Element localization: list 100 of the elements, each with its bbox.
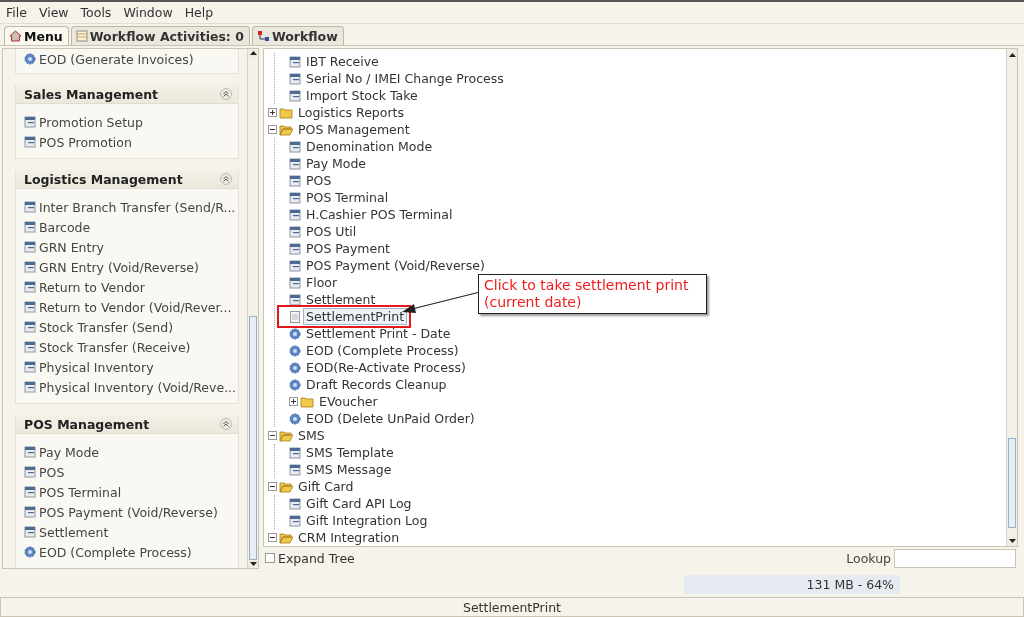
tree-item[interactable]: Settlement Print - Date <box>303 325 454 342</box>
scroll-up-icon[interactable] <box>1008 52 1016 57</box>
menu-link[interactable]: Barcode <box>39 219 91 235</box>
expand-icon[interactable] <box>268 108 277 117</box>
collapse-chevron-icon[interactable] <box>220 88 232 100</box>
window-icon <box>289 463 301 476</box>
menu-item[interactable]: View <box>34 3 73 22</box>
tab[interactable]: Workflow Activities: 0 <box>70 26 250 45</box>
menu-item[interactable]: Window <box>119 3 177 22</box>
menu-item[interactable]: Help <box>180 3 218 22</box>
tree-item[interactable]: Floor <box>303 274 341 291</box>
tree-item[interactable]: EOD (Delete UnPaid Order) <box>303 410 478 427</box>
menu-link[interactable]: POS <box>39 464 65 480</box>
menu-link[interactable]: Pay Mode <box>39 444 100 460</box>
menu-link[interactable]: POS Terminal <box>39 484 122 500</box>
expand-icon[interactable] <box>289 397 298 406</box>
menu-link[interactable]: Stock Transfer (Receive) <box>39 339 191 355</box>
folder-icon <box>300 395 314 408</box>
open-folder-icon <box>279 123 293 136</box>
window-icon <box>289 140 301 153</box>
window-icon <box>289 225 301 238</box>
tree-item[interactable]: POS <box>303 172 335 189</box>
tree-item[interactable]: Draft Records Cleanup <box>303 376 450 393</box>
tree-folder[interactable]: CRM Integration <box>295 529 403 546</box>
menu-link[interactable]: Return to Vendor (Void/Rever... <box>39 299 232 315</box>
tree-item[interactable]: IBT Receive <box>303 53 382 70</box>
collapse-chevron-icon[interactable] <box>220 418 232 430</box>
scrollbar[interactable] <box>247 49 258 568</box>
menu-link[interactable]: POS Payment (Void/Reverse) <box>39 504 218 520</box>
tree-folder[interactable]: Logistics Reports <box>295 104 407 121</box>
menu-link[interactable]: GRN Entry (Void/Reverse) <box>39 259 199 275</box>
window-icon <box>289 174 301 187</box>
open-folder-icon <box>279 531 293 544</box>
scroll-up-icon[interactable] <box>249 51 257 56</box>
memory-indicator: 131 MB - 64% <box>684 574 900 594</box>
window-icon <box>289 514 301 527</box>
scrollbar[interactable] <box>1006 49 1017 546</box>
tree-item[interactable]: SMS Message <box>303 461 395 478</box>
tree-item[interactable]: POS Util <box>303 223 360 240</box>
scrollbar-thumb[interactable] <box>249 315 257 560</box>
scrollbar-thumb[interactable] <box>1008 438 1016 528</box>
gear-icon <box>289 327 301 340</box>
tree-folder[interactable]: Gift Card <box>295 478 357 495</box>
collapse-icon[interactable] <box>268 125 277 134</box>
expand-tree-checkbox[interactable]: Expand Tree <box>265 550 355 566</box>
menu-link[interactable]: EOD (Generate Invoices) <box>39 51 194 67</box>
tree-item[interactable]: POS Payment (Void/Reverse) <box>303 257 488 274</box>
menu-link[interactable]: Inter Branch Transfer (Send/R... <box>39 199 236 215</box>
menu-link[interactable]: Return to Vendor <box>39 279 145 295</box>
tree-item[interactable]: Settlement <box>303 291 379 308</box>
collapse-icon[interactable] <box>268 533 277 542</box>
lookup-label: Lookup <box>846 550 891 566</box>
menu-link[interactable]: POS Promotion <box>39 134 132 150</box>
window-icon <box>24 486 36 498</box>
tab[interactable]: Menu <box>4 26 69 45</box>
open-folder-icon <box>279 429 293 442</box>
menu-link[interactable]: Stock Transfer (Send) <box>39 319 174 335</box>
window-icon <box>289 191 301 204</box>
window-icon <box>24 381 36 393</box>
window-icon <box>289 72 301 85</box>
tree-item[interactable]: Pay Mode <box>303 155 370 172</box>
tree-item[interactable]: SMS Template <box>303 444 397 461</box>
tree-item[interactable]: POS Payment <box>303 240 393 257</box>
tree-item[interactable]: Gift Card API Log <box>303 495 415 512</box>
collapse-icon[interactable] <box>268 431 277 440</box>
tree-item[interactable]: Gift Integration Log <box>303 512 431 529</box>
window-icon <box>24 301 36 313</box>
tree-folder[interactable]: EVoucher <box>316 393 381 410</box>
window-icon <box>289 497 301 510</box>
tree-item[interactable]: EOD (Complete Process) <box>303 342 462 359</box>
tree-item[interactable]: Import Stock Take <box>303 87 421 104</box>
scroll-down-icon[interactable] <box>1008 538 1016 543</box>
menu-link[interactable]: EOD (Complete Process) <box>39 544 192 560</box>
collapse-chevron-icon[interactable] <box>220 173 232 185</box>
tree-item[interactable]: SettlementPrint <box>303 308 408 325</box>
lookup-field[interactable] <box>894 548 1016 568</box>
menu-link[interactable]: GRN Entry <box>39 239 104 255</box>
collapse-icon[interactable] <box>268 482 277 491</box>
tab[interactable]: Workflow <box>251 26 344 45</box>
tree-item[interactable]: EOD(Re-Activate Process) <box>303 359 469 376</box>
window-icon <box>24 321 36 333</box>
tree-item[interactable]: Serial No / IMEI Change Process <box>303 70 507 87</box>
menu-link[interactable]: Physical Inventory (Void/Reve... <box>39 379 237 395</box>
menu-link[interactable]: Settlement <box>39 524 109 540</box>
tree-folder[interactable]: SMS <box>295 427 328 444</box>
tree-item[interactable]: POS Terminal <box>303 189 392 206</box>
window-icon <box>24 116 36 128</box>
gear-icon <box>289 378 301 391</box>
tree-folder[interactable]: POS Management <box>295 121 413 138</box>
tree-item[interactable]: H.Cashier POS Terminal <box>303 206 456 223</box>
status-bar: SettlementPrint <box>0 597 1024 617</box>
menu-link[interactable]: Promotion Setup <box>39 114 143 130</box>
window-icon <box>24 506 36 518</box>
tree-item[interactable]: Denomination Mode <box>303 138 436 155</box>
menu-link[interactable]: Physical Inventory <box>39 359 154 375</box>
window-icon <box>289 242 301 255</box>
window-icon <box>24 526 36 538</box>
menu-item[interactable]: File <box>2 3 31 22</box>
table-icon <box>75 30 88 42</box>
menu-item[interactable]: Tools <box>76 3 116 22</box>
